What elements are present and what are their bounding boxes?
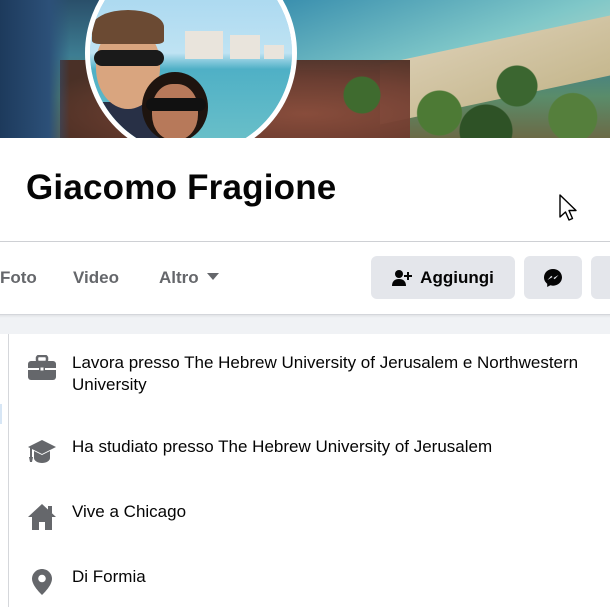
- cover-left-shade: [0, 0, 70, 138]
- intro-item-hometown: Di Formia: [26, 566, 610, 598]
- avatar-building: [264, 45, 284, 59]
- briefcase-icon: [26, 352, 58, 384]
- avatar-person-face: [152, 84, 198, 138]
- current-city-text: Vive a Chicago: [72, 502, 187, 521]
- tab-photos[interactable]: Foto: [0, 268, 37, 288]
- tab-videos[interactable]: Video: [73, 268, 119, 288]
- home-icon: [26, 501, 58, 533]
- tab-more[interactable]: Altro: [159, 268, 219, 288]
- section-shadow: [0, 314, 610, 318]
- header-divider: [0, 241, 610, 242]
- avatar-building: [185, 31, 223, 59]
- messenger-icon: [544, 268, 562, 287]
- cover-trees: [300, 50, 610, 138]
- mouse-cursor-icon: [559, 194, 577, 221]
- hometown-text: Di Formia: [72, 567, 146, 586]
- add-friend-label: Aggiungi: [420, 267, 494, 287]
- tab-more-label: Altro: [159, 268, 199, 287]
- messenger-button[interactable]: [524, 256, 582, 299]
- profile-avatar[interactable]: [85, 0, 297, 138]
- avatar-building: [230, 35, 260, 59]
- avatar-sunglasses: [146, 98, 206, 111]
- profile-name: Giacomo Fragione: [26, 168, 337, 207]
- avatar-person-hair: [92, 10, 164, 44]
- intro-item-work: Lavora presso The Hebrew University of J…: [26, 352, 610, 396]
- intro-item-home: Vive a Chicago: [26, 501, 610, 533]
- work-text: Lavora presso The Hebrew University of J…: [72, 353, 579, 394]
- location-pin-icon: [26, 566, 58, 598]
- avatar-sunglasses: [94, 50, 164, 66]
- left-accent: [0, 404, 2, 424]
- intro-item-education: Ha studiato presso The Hebrew University…: [26, 436, 610, 468]
- education-text: Ha studiato presso The Hebrew University…: [72, 437, 493, 456]
- caret-down-icon: [206, 273, 219, 280]
- more-options-button[interactable]: [591, 256, 610, 299]
- cover-photo[interactable]: [0, 0, 610, 138]
- graduation-cap-icon: [26, 436, 58, 468]
- add-person-icon: [392, 269, 413, 286]
- add-friend-button[interactable]: Aggiungi: [371, 256, 515, 299]
